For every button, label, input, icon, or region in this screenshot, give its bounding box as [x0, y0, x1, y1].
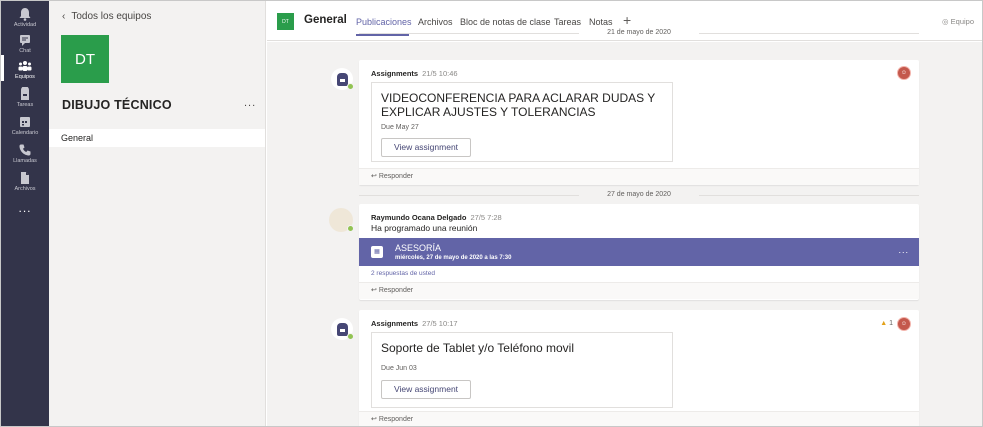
calendar-icon: ▦: [371, 246, 383, 258]
assignments-icon: [336, 72, 348, 86]
reply-link[interactable]: ↩ Responder: [359, 411, 919, 426]
date-divider: 21 de mayo de 2020: [359, 29, 919, 36]
meeting-title: ASESORÍA: [395, 243, 442, 253]
rail-item-calls[interactable]: Llamadas: [1, 143, 49, 164]
post-time: 21/5 10:46: [422, 69, 458, 78]
assignments-bot-avatar: [331, 318, 354, 340]
view-assignment-button[interactable]: View assignment: [381, 138, 471, 157]
user-avatar: [329, 208, 354, 232]
rail-item-teams[interactable]: Equipos: [1, 55, 49, 81]
team-avatar: DT: [61, 35, 109, 83]
reaction-avatar: ☺: [897, 66, 911, 80]
bell-icon: [19, 8, 31, 21]
assignments-icon: [336, 322, 348, 336]
post-author: Assignments 21/5 10:46: [371, 69, 458, 78]
team-more-button[interactable]: ...: [244, 97, 256, 109]
teams-icon: [18, 61, 32, 71]
reply-label: Responder: [378, 416, 414, 423]
back-label: Todos los equipos: [71, 11, 152, 22]
assignment-card: Soporte de Tablet y/o Teléfono movil Due…: [371, 332, 673, 408]
tab-publicaciones[interactable]: Publicaciones: [356, 17, 412, 27]
rail-item-files[interactable]: Archivos: [1, 171, 49, 192]
rail-label: Chat: [19, 48, 31, 54]
presence-indicator: [347, 333, 354, 340]
back-to-teams-link[interactable]: ‹ Todos los equipos: [62, 11, 151, 22]
team-logo: DT: [277, 13, 294, 30]
chat-icon: [20, 35, 30, 46]
team-name: DIBUJO TÉCNICO: [62, 98, 172, 112]
calendar-icon: [20, 117, 30, 127]
reply-label: Responder: [378, 173, 414, 180]
phone-icon: [19, 144, 31, 156]
author-name: Raymundo Ocana Delgado: [371, 213, 467, 222]
reply-icon: ↩: [371, 287, 379, 294]
post-time: 27/5 7:28: [470, 213, 502, 222]
assignment-card: VIDEOCONFERENCIA PARA ACLARAR DUDAS Y EX…: [371, 82, 673, 162]
add-tab-button[interactable]: +: [623, 12, 631, 28]
author-name: Assignments: [371, 319, 419, 328]
reply-icon: ↩: [371, 173, 379, 180]
rail-label: Llamadas: [13, 158, 37, 164]
post-text: Ha programado una reunión: [371, 223, 478, 233]
post-card: Assignments 27/5 10:17 Soporte de Tablet …: [359, 310, 919, 426]
assignment-title: VIDEOCONFERENCIA PARA ACLARAR DUDAS Y EX…: [381, 91, 656, 119]
rail-item-activity[interactable]: Actividad: [1, 7, 49, 28]
post-card: Raymundo Ocana Delgado 27/5 7:28 Ha progr…: [359, 204, 919, 300]
rail-label: Actividad: [13, 22, 37, 28]
team-info-button[interactable]: ◎ Equipo: [942, 17, 974, 26]
post-author: Raymundo Ocana Delgado 27/5 7:28: [371, 213, 502, 222]
post-author: Assignments 27/5 10:17: [371, 319, 458, 328]
author-name: Assignments: [371, 69, 419, 78]
tab-archivos[interactable]: Archivos: [418, 17, 453, 27]
replies-link[interactable]: 2 respuestas de usted: [371, 270, 435, 277]
teams-window: Actividad Chat Equipos Tareas Calendario…: [0, 0, 983, 427]
assignments-icon: [21, 87, 29, 100]
channel-title: General: [304, 14, 347, 26]
presence-indicator: [347, 225, 354, 232]
view-assignment-button[interactable]: View assignment: [381, 380, 471, 399]
team-panel: ‹ Todos los equipos DT DIBUJO TÉCNICO ...…: [49, 1, 266, 426]
reaction-avatar: ☺: [897, 317, 911, 331]
presence-indicator: [347, 83, 354, 90]
post-card: Assignments 21/5 10:46 VIDEOCONFERENCIA P…: [359, 60, 919, 185]
rail-label: Calendario: [11, 130, 39, 136]
post-time: 27/5 10:17: [422, 319, 458, 328]
posts-feed: 21 de mayo de 2020 Assignments 21/5 10:46…: [267, 29, 982, 426]
rail-item-calendar[interactable]: Calendario: [1, 115, 49, 136]
meeting-more-button[interactable]: ...: [898, 245, 909, 255]
rail-item-chat[interactable]: Chat: [1, 33, 49, 54]
assignment-due: Due Jun 03: [381, 365, 417, 372]
eye-icon: ◎: [942, 17, 951, 26]
meeting-card[interactable]: ▦ ASESORÍA miércoles, 27 de mayo de 2020…: [359, 238, 919, 266]
assignment-due: Due May 27: [381, 124, 419, 131]
like-reaction[interactable]: ▲ 1: [880, 320, 893, 327]
channel-item-general[interactable]: General: [49, 129, 265, 147]
reply-link[interactable]: ↩ Responder: [359, 282, 919, 299]
rail-item-assignments[interactable]: Tareas: [1, 87, 49, 108]
assignments-bot-avatar: [331, 68, 354, 90]
tab-bloc-de-notas[interactable]: Bloc de notas de clase: [460, 17, 551, 27]
rail-label: Equipos: [15, 74, 35, 80]
more-apps-button[interactable]: ...: [1, 201, 49, 215]
reply-link[interactable]: ↩ Responder: [359, 168, 919, 185]
tab-notas[interactable]: Notas: [589, 17, 613, 27]
rail-label: Archivos: [14, 186, 36, 192]
rail-label: Tareas: [16, 102, 34, 108]
app-rail: Actividad Chat Equipos Tareas Calendario…: [1, 1, 49, 426]
tab-tareas[interactable]: Tareas: [554, 17, 581, 27]
meeting-datetime: miércoles, 27 de mayo de 2020 a las 7:30: [395, 255, 512, 261]
files-icon: [21, 172, 29, 184]
chevron-left-icon: ‹: [62, 11, 66, 22]
date-divider: 27 de mayo de 2020: [359, 191, 919, 198]
assignment-title: Soporte de Tablet y/o Teléfono movil: [381, 341, 575, 355]
reply-label: Responder: [378, 287, 414, 294]
thumbs-up-icon: ▲: [880, 320, 888, 327]
like-count: 1: [889, 320, 893, 327]
reply-icon: ↩: [371, 416, 379, 423]
team-info-label: Equipo: [950, 17, 974, 26]
